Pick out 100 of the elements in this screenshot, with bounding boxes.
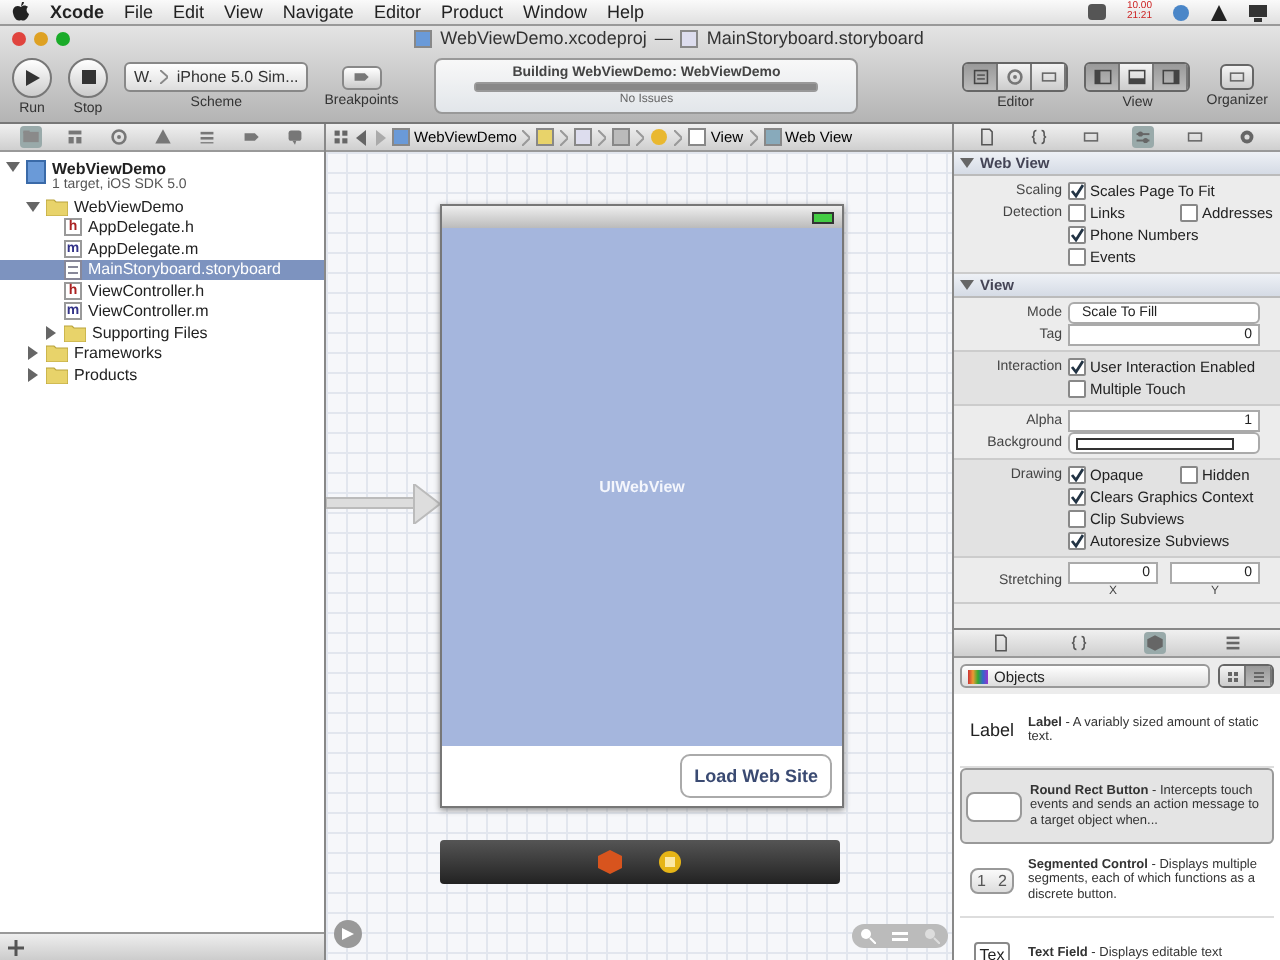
file-icon bbox=[574, 128, 593, 146]
disclosure-triangle[interactable] bbox=[960, 156, 974, 170]
file-row[interactable]: Supporting Files bbox=[0, 322, 324, 343]
navigator-tab[interactable] bbox=[195, 126, 217, 148]
view-controller-scene[interactable]: UIWebView Load Web Site bbox=[440, 204, 844, 808]
button-preview bbox=[966, 791, 1022, 821]
menu-item[interactable]: Window bbox=[522, 2, 587, 22]
chevron-icon bbox=[160, 70, 169, 84]
checkbox[interactable] bbox=[1068, 358, 1086, 376]
checkbox[interactable] bbox=[1068, 226, 1086, 244]
inspector-tab[interactable] bbox=[1131, 126, 1154, 148]
checkbox[interactable] bbox=[1068, 510, 1086, 528]
view-toggle-button[interactable] bbox=[1154, 64, 1189, 90]
checkbox[interactable] bbox=[1068, 380, 1086, 398]
checkbox[interactable] bbox=[1068, 532, 1086, 550]
disclosure-triangle[interactable] bbox=[960, 278, 974, 292]
stop-button[interactable] bbox=[68, 57, 108, 97]
folder-icon bbox=[46, 344, 68, 363]
checkbox[interactable] bbox=[1068, 204, 1086, 222]
view-toggle-button[interactable] bbox=[1120, 64, 1155, 90]
file-row[interactable]: Products bbox=[0, 364, 324, 385]
pane-icon bbox=[1127, 68, 1146, 86]
hierarchy-icon bbox=[65, 128, 83, 146]
view-mode-button[interactable] bbox=[1220, 666, 1246, 686]
scheme-popup[interactable]: W. iPhone 5.0 Sim... bbox=[124, 62, 309, 92]
play-button[interactable] bbox=[334, 920, 362, 948]
disclosure-triangle[interactable] bbox=[26, 199, 40, 214]
editor-mode-button[interactable] bbox=[1032, 64, 1067, 90]
menu-item[interactable]: View bbox=[224, 2, 263, 22]
breadcrumb[interactable] bbox=[574, 128, 593, 146]
file-name: ViewController.h bbox=[88, 281, 205, 300]
breakpoints-button[interactable] bbox=[341, 65, 382, 89]
display-icon[interactable] bbox=[1248, 3, 1268, 21]
attributes-icon bbox=[1133, 128, 1152, 146]
checkbox[interactable] bbox=[1180, 204, 1198, 222]
disclosure-triangle[interactable] bbox=[44, 325, 58, 340]
webview-icon bbox=[763, 128, 782, 146]
library-tab[interactable] bbox=[1067, 632, 1090, 654]
breadcrumb[interactable] bbox=[612, 128, 631, 146]
library-tab[interactable] bbox=[1144, 632, 1167, 654]
inspector-tab[interactable] bbox=[976, 126, 999, 148]
add-icon[interactable] bbox=[8, 939, 24, 955]
breadcrumb-separator bbox=[560, 129, 569, 145]
navigator-tab[interactable] bbox=[19, 126, 41, 148]
grid-icon[interactable] bbox=[332, 128, 350, 146]
view-mode-button[interactable] bbox=[1246, 666, 1272, 686]
list-icon bbox=[197, 128, 215, 146]
back-icon[interactable] bbox=[356, 129, 368, 145]
breadcrumb[interactable] bbox=[536, 128, 555, 146]
checkbox[interactable] bbox=[1068, 182, 1086, 200]
menu-item[interactable]: File bbox=[124, 2, 154, 22]
apple-icon[interactable] bbox=[12, 2, 30, 22]
project-icon bbox=[414, 29, 433, 47]
file-row[interactable]: WebViewDemo bbox=[0, 196, 324, 217]
disclosure-triangle[interactable] bbox=[26, 346, 40, 361]
organizer-button[interactable] bbox=[1220, 64, 1255, 90]
target-icon bbox=[109, 128, 127, 146]
folder-icon bbox=[46, 197, 68, 216]
file-name: Supporting Files bbox=[92, 323, 208, 342]
speech-bubble-icon bbox=[285, 128, 303, 146]
library-tab[interactable] bbox=[989, 632, 1012, 654]
label-preview: Label bbox=[969, 720, 1015, 740]
navigator-tab[interactable] bbox=[63, 126, 85, 148]
load-web-site-button[interactable]: Load Web Site bbox=[680, 754, 832, 798]
breadcrumb-separator bbox=[598, 129, 607, 145]
disclosure-triangle[interactable] bbox=[26, 367, 40, 382]
editor-mode-button[interactable] bbox=[998, 64, 1033, 90]
project-name[interactable]: WebViewDemo bbox=[52, 160, 187, 178]
folder-icon bbox=[46, 365, 68, 384]
storyboard-file-icon bbox=[64, 259, 82, 280]
navigator-tab[interactable] bbox=[151, 126, 173, 148]
file-name: Frameworks bbox=[74, 344, 163, 363]
checkbox[interactable] bbox=[1068, 248, 1086, 266]
menu-item[interactable]: Editor bbox=[373, 2, 421, 22]
stop-icon bbox=[81, 70, 95, 84]
run-button[interactable] bbox=[12, 57, 52, 97]
controller-icon bbox=[650, 128, 669, 146]
cube-icon[interactable] bbox=[598, 850, 622, 874]
view-toggle-button[interactable] bbox=[1086, 64, 1121, 90]
menu-item[interactable]: Edit bbox=[173, 2, 205, 22]
menu-item[interactable]: Help bbox=[607, 2, 645, 22]
color-picker[interactable] bbox=[1068, 432, 1260, 454]
checkbox[interactable] bbox=[1068, 466, 1086, 484]
menu-item[interactable]: Product bbox=[440, 2, 503, 22]
globe-icon[interactable] bbox=[1172, 3, 1190, 21]
triangle-icon[interactable] bbox=[1210, 3, 1228, 21]
editor-mode-button[interactable] bbox=[964, 64, 999, 90]
window-title: MainStoryboard.storyboard bbox=[706, 28, 924, 48]
controller-icon[interactable] bbox=[658, 850, 682, 874]
checkbox[interactable] bbox=[1180, 466, 1198, 484]
navigator-tab[interactable] bbox=[107, 126, 129, 148]
navigator-tab[interactable] bbox=[283, 126, 305, 148]
checkbox[interactable] bbox=[1068, 488, 1086, 506]
file-row[interactable]: Frameworks bbox=[0, 343, 324, 364]
file-name: WebViewDemo bbox=[74, 197, 184, 216]
disclosure-triangle[interactable] bbox=[6, 160, 20, 174]
menu-item[interactable]: Navigate bbox=[282, 2, 354, 22]
menu-title[interactable]: Xcode bbox=[50, 2, 105, 22]
file-name: AppDelegate.m bbox=[88, 239, 199, 258]
file-name: MainStoryboard.storyboard bbox=[88, 260, 281, 279]
